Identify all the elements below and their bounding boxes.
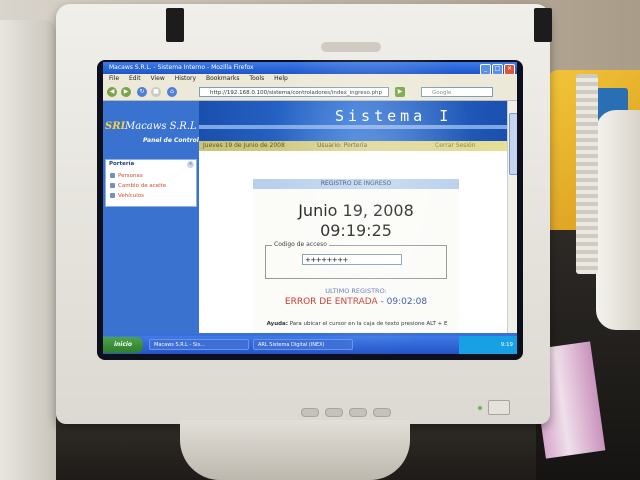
monitor-clip-right xyxy=(534,8,552,42)
monitor-stand xyxy=(180,420,410,480)
monitor-screen: Macaws S.R.L. - Sistema Interno - Mozill… xyxy=(97,60,523,360)
start-button[interactable]: inicio xyxy=(103,337,143,353)
help-text: Ayuda: Para ubicar el cursor en la caja … xyxy=(259,321,455,327)
menu-edit[interactable]: Edit xyxy=(129,75,141,82)
current-date-text: Jueves 19 de Junio de 2008 xyxy=(203,142,285,149)
menu-tools[interactable]: Tools xyxy=(249,75,264,82)
access-code-group: Codigo de acceso ++++++++ xyxy=(265,241,447,279)
window-title: Macaws S.R.L. - Sistema Interno - Mozill… xyxy=(109,64,254,71)
monitor-button[interactable] xyxy=(325,408,343,417)
stop-icon[interactable]: ■ xyxy=(151,87,161,97)
header-stripe xyxy=(199,125,507,129)
person-icon xyxy=(110,173,115,178)
last-record-value: ERROR DE ENTRADA - 09:02:08 xyxy=(253,297,459,307)
system-tray: 9:19 xyxy=(459,336,517,354)
help-message: Para ubicar el cursor en la caja de text… xyxy=(289,321,448,327)
logo-subtitle: Panel de Control xyxy=(143,137,199,144)
sidebar-panel-title: Portería xyxy=(109,161,135,167)
sidebar-item-vehiculos[interactable]: Vehículos xyxy=(110,193,144,199)
sidebar-panel: Portería « Personas Cambio de aceite Veh… xyxy=(105,159,197,207)
taskbar-item-browser[interactable]: Macaws S.R.L - Sis... xyxy=(149,339,249,350)
oil-icon xyxy=(110,183,115,188)
navigation-toolbar: ◀ ▶ ↻ ■ ⌂ http://192.168.0.100/sistema/c… xyxy=(103,84,517,101)
page-title: Sistema I xyxy=(335,107,453,125)
menu-help[interactable]: Help xyxy=(274,75,288,82)
monitor-vents xyxy=(576,74,598,274)
power-button[interactable] xyxy=(488,400,510,415)
info-bar: Jueves 19 de Junio de 2008 Usuario: Port… xyxy=(199,141,507,151)
taskbar-item-app[interactable]: ARL Sistema Digital (INEX) xyxy=(253,339,353,350)
error-time: - 09:02:08 xyxy=(380,297,428,307)
collapse-icon[interactable]: « xyxy=(187,161,194,168)
help-label: Ayuda: xyxy=(266,321,288,327)
go-button[interactable]: ▶ xyxy=(395,87,405,97)
menu-bar: File Edit View History Bookmarks Tools H… xyxy=(103,74,517,84)
vehicle-icon xyxy=(110,193,115,198)
current-user-text: Usuario: Portería xyxy=(317,142,368,149)
display-time: 09:19:25 xyxy=(320,221,392,240)
power-led xyxy=(478,406,482,410)
monitor-button[interactable] xyxy=(349,408,367,417)
monitor-buttons xyxy=(301,402,397,421)
clock: 9:19 xyxy=(500,342,513,348)
right-lamp xyxy=(596,110,640,330)
taskbar: inicio Macaws S.R.L - Sis... ARL Sistema… xyxy=(103,336,517,354)
home-icon[interactable]: ⌂ xyxy=(167,87,177,97)
sidebar-item-personas[interactable]: Personas xyxy=(110,173,143,179)
url-input[interactable]: http://192.168.0.100/sistema/controlador… xyxy=(199,87,389,97)
forward-icon[interactable]: ▶ xyxy=(121,87,131,97)
menu-view[interactable]: View xyxy=(151,75,165,82)
entry-registration-panel: REGISTRO DE INGRESO Junio 19, 2008 09:19… xyxy=(253,179,459,333)
panel-heading: REGISTRO DE INGRESO xyxy=(253,179,459,189)
error-text: ERROR DE ENTRADA xyxy=(284,297,378,307)
monitor-logo xyxy=(321,42,381,52)
desktop: Macaws S.R.L. - Sistema Interno - Mozill… xyxy=(103,62,517,354)
sidebar: SRL Macaws S.R.L Panel de Control Porter… xyxy=(103,101,199,333)
access-code-label: Codigo de acceso xyxy=(272,241,329,248)
header-banner: Sistema I xyxy=(199,101,507,141)
last-record-label: ULTIMO REGISTRO: xyxy=(325,287,387,295)
menu-history[interactable]: History xyxy=(175,75,196,82)
access-code-input[interactable]: ++++++++ xyxy=(302,254,402,265)
monitor-clip-left xyxy=(166,8,184,42)
menu-bookmarks[interactable]: Bookmarks xyxy=(206,75,240,82)
menu-file[interactable]: File xyxy=(109,75,119,82)
back-icon[interactable]: ◀ xyxy=(107,87,117,97)
reload-icon[interactable]: ↻ xyxy=(137,87,147,97)
left-device xyxy=(0,20,56,480)
display-date: Junio 19, 2008 xyxy=(298,201,414,220)
web-page: SRL Macaws S.R.L Panel de Control Porter… xyxy=(103,101,507,333)
monitor-button[interactable] xyxy=(301,408,319,417)
logout-link[interactable]: Cerrar Sesión xyxy=(435,141,476,151)
search-input[interactable]: Google xyxy=(421,87,493,97)
monitor-button[interactable] xyxy=(373,408,391,417)
browser-title-bar: Macaws S.R.L. - Sistema Interno - Mozill… xyxy=(103,62,517,75)
vertical-scrollbar[interactable] xyxy=(507,101,517,333)
logo-text: Macaws S.R.L xyxy=(125,121,197,132)
sidebar-item-cambio-de-aceite[interactable]: Cambio de aceite xyxy=(110,183,166,189)
scrollbar-thumb[interactable] xyxy=(509,113,517,175)
company-logo: SRL Macaws S.R.L Panel de Control xyxy=(103,117,199,149)
